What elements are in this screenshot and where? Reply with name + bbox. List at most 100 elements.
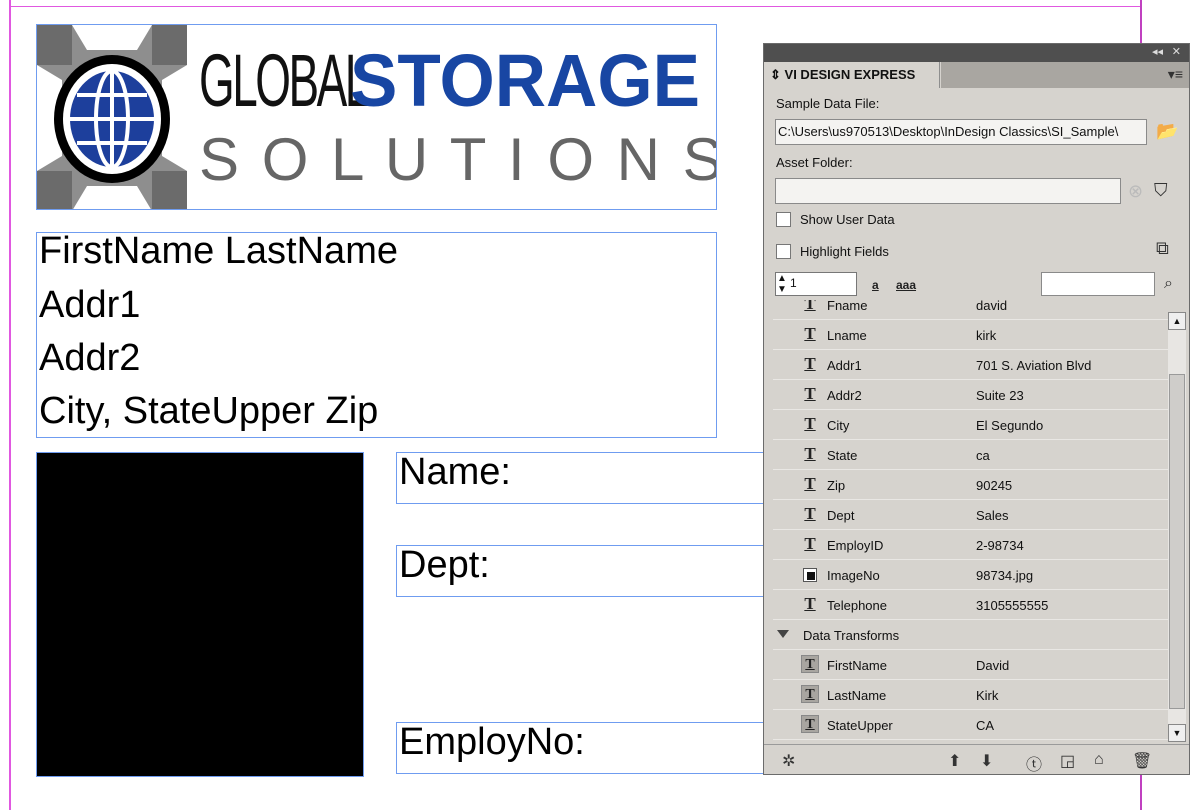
highlight-fields-label: Highlight Fields [800, 244, 889, 259]
asset-folder-label: Asset Folder: [776, 155, 853, 170]
list-item[interactable]: T EmployID 2-98734 [773, 531, 1168, 560]
previous-record-icon[interactable]: ⬆ [948, 751, 961, 771]
place-icon[interactable]: ⌂ [1094, 751, 1104, 769]
logo-word-global: GLOBAL [199, 39, 370, 122]
panel-tab[interactable]: ⇕ VI DESIGN EXPRESS [764, 62, 940, 88]
close-icon[interactable]: ✕ [1172, 45, 1181, 58]
field-value: 701 S. Aviation Blvd [976, 358, 1092, 373]
asset-folder-field[interactable] [775, 178, 1121, 204]
search-icon[interactable]: ⌕ [1164, 274, 1173, 294]
list-scrollbar[interactable]: ▲ ▼ [1168, 312, 1186, 742]
open-folder-icon[interactable]: 📂 [1156, 121, 1178, 141]
transform-field-icon: T [801, 715, 819, 733]
field-name: Addr1 [827, 358, 862, 373]
field-name: EmployID [827, 538, 884, 553]
stepper-arrows-icon[interactable]: ▲ ▼ [777, 273, 787, 295]
search-input[interactable] [1041, 272, 1155, 296]
scroll-thumb[interactable] [1169, 374, 1185, 709]
highlight-fields-checkbox[interactable] [776, 244, 791, 259]
address-frame[interactable]: FirstName LastName Addr1 Addr2 City, Sta… [36, 230, 717, 438]
panel-title-bar[interactable]: ◂◂ ✕ [764, 44, 1189, 62]
field-name: StateUpper [827, 718, 893, 733]
employ-label-frame[interactable]: EmployNo: [396, 721, 776, 774]
list-item[interactable]: T StateUpper CA [773, 711, 1168, 740]
panel-bottom-bar: ✲ ⬆ ⬇ ⓣ ◲ ⌂ 🗑 [764, 744, 1189, 775]
field-value: 98734.jpg [976, 568, 1034, 583]
text-field-icon: T [804, 444, 816, 463]
text-field-icon: T [804, 414, 816, 433]
add-text-field-icon[interactable]: ⓣ [1026, 751, 1042, 775]
list-item[interactable]: T Addr1 701 S. Aviation Blvd [773, 351, 1168, 380]
expand-triangle-icon[interactable] [777, 630, 789, 638]
list-item[interactable]: T LastName Kirk [773, 681, 1168, 710]
list-item[interactable]: T Telephone 3105555555 [773, 591, 1168, 620]
name-label: Name: [399, 451, 511, 493]
text-field-icon: T [804, 504, 816, 523]
field-value: 90245 [976, 478, 1013, 493]
list-item[interactable]: T Fname david [773, 300, 1168, 320]
name-label-frame[interactable]: Name: [396, 451, 776, 504]
dept-label: Dept: [399, 544, 490, 586]
browse-folder-icon[interactable]: ⛉ [1154, 180, 1168, 200]
collapse-icon[interactable]: ◂◂ [1152, 45, 1163, 58]
field-name: FirstName [827, 658, 887, 673]
list-item[interactable]: T City El Segundo [773, 411, 1168, 440]
list-item[interactable]: T Zip 90245 [773, 471, 1168, 500]
sample-data-field[interactable]: C:\Users\us970513\Desktop\InDesign Class… [775, 119, 1147, 145]
sample-data-label: Sample Data File: [776, 96, 880, 111]
address-line-city: City, StateUpper Zip [39, 390, 379, 432]
lowercase-icon[interactable]: a [872, 278, 879, 292]
alllowercase-icon[interactable]: aaa [896, 278, 916, 292]
record-number: 1 [790, 276, 797, 290]
delete-icon[interactable]: 🗑 [1132, 751, 1152, 771]
list-item[interactable]: ImageNo 98734.jpg [773, 561, 1168, 590]
logo-word-storage: STORAGE [350, 39, 701, 122]
field-value: kirk [976, 328, 997, 343]
frames-icon[interactable]: ⧉ [1156, 238, 1169, 258]
text-field-icon: T [804, 474, 816, 493]
list-item[interactable]: T Addr2 Suite 23 [773, 381, 1168, 410]
list-item[interactable]: T Lname kirk [773, 321, 1168, 350]
employ-label: EmployNo: [399, 721, 585, 763]
tab-strip [941, 62, 1189, 88]
text-field-icon: T [804, 594, 816, 613]
tab-arrows-icon: ⇕ [770, 67, 781, 82]
field-value: 2-98734 [976, 538, 1024, 553]
text-field-icon: T [804, 354, 816, 373]
panel-menu-icon[interactable]: ▾≡ [1168, 66, 1183, 83]
new-frame-icon[interactable]: ◲ [1060, 751, 1075, 771]
field-name: Fname [827, 300, 868, 313]
image-field-icon [803, 568, 817, 582]
data-transforms-section[interactable]: Data Transforms [773, 621, 1168, 650]
list-item[interactable]: T Dept Sales [773, 501, 1168, 530]
field-value: Kirk [976, 688, 999, 703]
page-margin-top [9, 6, 1141, 7]
show-user-data-checkbox[interactable] [776, 212, 791, 227]
scroll-up-icon[interactable]: ▲ [1168, 312, 1186, 330]
field-list: T Fname david T Lname kirk T Addr1 701 S… [773, 300, 1168, 744]
logo-frame[interactable]: GLOBAL STORAGE S O L U T I O N S [36, 24, 717, 210]
page-margin-left [9, 0, 11, 810]
dept-label-frame[interactable]: Dept: [396, 544, 776, 597]
employee-photo-frame[interactable] [36, 452, 364, 777]
section-label: Data Transforms [803, 628, 900, 643]
field-value: El Segundo [976, 418, 1044, 433]
field-value: Suite 23 [976, 388, 1024, 403]
logo-word-solutions: S O L U T I O N S [199, 126, 717, 193]
clear-icon[interactable]: ⊗ [1128, 181, 1143, 201]
text-field-icon: T [804, 534, 816, 553]
record-stepper[interactable]: ▲ ▼ 1 [775, 272, 857, 296]
panel-title: VI DESIGN EXPRESS [784, 67, 916, 82]
scroll-down-icon[interactable]: ▼ [1168, 724, 1186, 742]
transform-field-icon: T [801, 655, 819, 673]
field-name: Telephone [827, 598, 887, 613]
text-field-icon: T [804, 324, 816, 343]
list-item[interactable]: T State ca [773, 441, 1168, 470]
list-item[interactable]: T FirstName David [773, 651, 1168, 680]
settings-icon[interactable]: ✲ [782, 751, 795, 771]
field-value: ca [976, 448, 990, 463]
next-record-icon[interactable]: ⬇ [980, 751, 993, 771]
field-name: Addr2 [827, 388, 862, 403]
field-value: david [976, 300, 1008, 313]
field-value: David [976, 658, 1010, 673]
